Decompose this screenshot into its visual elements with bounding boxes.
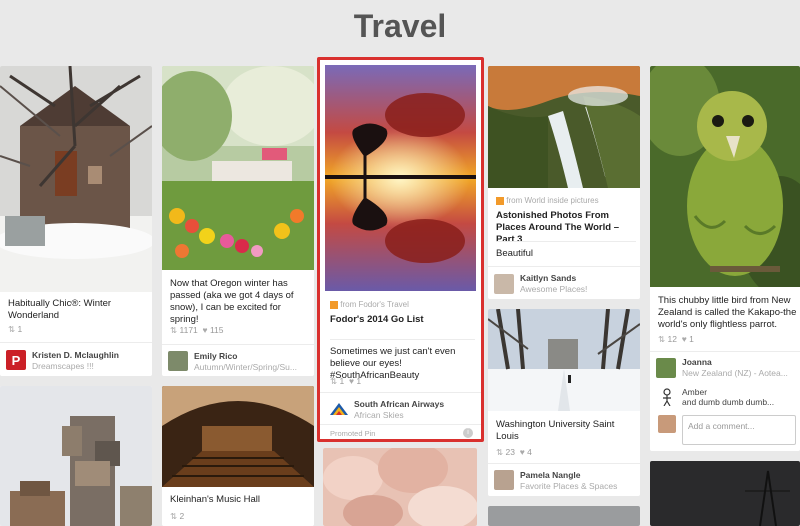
pin-card-shells[interactable] bbox=[323, 448, 477, 526]
repin-count: 23 bbox=[505, 447, 515, 457]
pin-attribution[interactable]: Emily Rico Autumn/Winter/Spring/Su... bbox=[162, 344, 314, 376]
board-name[interactable]: Autumn/Winter/Spring/Su... bbox=[194, 362, 297, 372]
pin-card-waterfalls[interactable]: from World inside pictures Astonished Ph… bbox=[488, 66, 640, 299]
like-count: 1 bbox=[689, 334, 694, 344]
pin-description: Now that Oregon winter has passed (aka w… bbox=[170, 278, 294, 325]
stick-figure-icon bbox=[662, 388, 672, 407]
pin-attribution[interactable]: Kaitlyn Sands Awesome Places! bbox=[488, 266, 640, 299]
comment-input[interactable]: Add a comment... bbox=[682, 415, 796, 445]
pin-image[interactable] bbox=[650, 66, 800, 296]
pin-image[interactable] bbox=[0, 386, 152, 526]
pin-stats: ⇅ 1 bbox=[8, 324, 22, 335]
source-row[interactable]: from Fodor's Travel bbox=[330, 300, 409, 309]
avatar[interactable] bbox=[494, 274, 514, 294]
promoted-pin-card[interactable]: from Fodor's Travel Fodor's 2014 Go List… bbox=[317, 57, 484, 442]
repin-icon: ⇅ bbox=[170, 325, 178, 335]
pin-card-spring[interactable]: Now that Oregon winter has passed (aka w… bbox=[162, 66, 314, 376]
pin-card-music-hall[interactable]: Kleinhan's Music Hall ⇅ 2 bbox=[162, 386, 314, 526]
repin-icon: ⇅ bbox=[330, 376, 338, 386]
pinner-name[interactable]: Emily Rico bbox=[194, 351, 237, 361]
repin-icon: ⇅ bbox=[8, 324, 16, 334]
pin-image[interactable] bbox=[162, 66, 314, 270]
heart-icon: ♥ bbox=[519, 447, 525, 457]
repin-count: 1 bbox=[339, 376, 345, 386]
avatar[interactable] bbox=[494, 470, 514, 490]
pinner-name[interactable]: Pamela Nangle bbox=[520, 470, 580, 480]
source-icon bbox=[496, 196, 504, 205]
pin-description: Washington University Saint Louis bbox=[496, 419, 615, 442]
repin-icon: ⇅ bbox=[496, 447, 504, 457]
pin-image[interactable] bbox=[650, 461, 800, 526]
pin-repin-attribution[interactable]: Amber and dumb dumb dumb... bbox=[650, 384, 800, 410]
pin-attribution[interactable]: South African Airways African Skies bbox=[320, 392, 481, 422]
like-count: 1 bbox=[356, 376, 362, 386]
pin-stats: ⇅ 1 ♥ 1 bbox=[330, 376, 361, 387]
pin-image[interactable] bbox=[0, 66, 152, 292]
info-icon[interactable]: i bbox=[463, 428, 473, 438]
pinterest-logo-icon: P bbox=[6, 350, 26, 370]
repin-count: 1 bbox=[17, 324, 23, 334]
board-name[interactable]: Favorite Places & Spaces bbox=[520, 481, 617, 491]
board-name[interactable]: Dreamscapes !!! bbox=[32, 361, 94, 371]
pin-card-kakapo[interactable]: This chubby little bird from New Zealand… bbox=[650, 66, 800, 451]
source-row[interactable]: from World inside pictures bbox=[496, 196, 599, 205]
avatar[interactable] bbox=[658, 415, 676, 433]
page-title: Travel bbox=[353, 8, 447, 44]
pin-attribution[interactable]: Pamela Nangle Favorite Places & Spaces bbox=[488, 463, 640, 496]
avatar[interactable] bbox=[656, 358, 676, 378]
pinner-name[interactable]: Joanna bbox=[682, 357, 712, 367]
pin-attribution[interactable]: Joanna New Zealand (NZ) - Aotea... bbox=[650, 351, 800, 383]
pin-description: Habitually Chic®: Winter Wonderland bbox=[8, 298, 112, 321]
pin-image[interactable] bbox=[488, 66, 640, 188]
heart-icon: ♥ bbox=[348, 376, 355, 386]
pin-image[interactable] bbox=[162, 386, 314, 487]
avatar[interactable] bbox=[168, 351, 188, 371]
pin-description: This chubby little bird from New Zealand… bbox=[658, 295, 797, 330]
pin-image[interactable] bbox=[488, 309, 640, 411]
promoted-label: Promoted Pin bbox=[330, 429, 376, 438]
pinner-name[interactable]: Kristen D. Mclaughlin bbox=[32, 350, 119, 360]
heart-icon: ♥ bbox=[681, 334, 687, 344]
pin-stats: ⇅ 12 ♥ 1 bbox=[658, 334, 694, 345]
board-name[interactable]: African Skies bbox=[354, 410, 404, 420]
pin-attribution[interactable]: P Kristen D. Mclaughlin Dreamscapes !!! bbox=[0, 342, 152, 376]
pinner-name[interactable]: South African Airways bbox=[354, 399, 444, 409]
pinner-name[interactable]: Amber bbox=[682, 387, 707, 397]
south-african-airways-logo-icon bbox=[330, 401, 348, 415]
repin-icon: ⇅ bbox=[658, 334, 666, 344]
source-icon bbox=[330, 300, 338, 309]
pin-image[interactable] bbox=[325, 65, 476, 291]
heart-icon: ♥ bbox=[202, 325, 208, 335]
like-count: 4 bbox=[527, 447, 532, 457]
pin-description: Beautiful bbox=[496, 241, 636, 260]
pin-image[interactable] bbox=[323, 448, 477, 526]
svg-text:P: P bbox=[12, 353, 21, 368]
promoted-row: Promoted Pin i bbox=[320, 424, 481, 439]
repin-count: 2 bbox=[179, 511, 185, 521]
board-name[interactable]: and dumb dumb dumb... bbox=[682, 397, 774, 407]
repin-count: 1171 bbox=[179, 325, 198, 335]
repin-count: 12 bbox=[667, 334, 677, 344]
source-text[interactable]: from World inside pictures bbox=[506, 196, 598, 205]
like-count: 115 bbox=[209, 325, 224, 335]
pin-card-dark[interactable] bbox=[650, 461, 800, 526]
pin-title[interactable]: Fodor's 2014 Go List bbox=[330, 314, 424, 325]
pin-card-partial[interactable] bbox=[488, 506, 640, 526]
pin-card-washington-university[interactable]: Washington University Saint Louis ⇅ 23 ♥… bbox=[488, 309, 640, 496]
repin-icon: ⇅ bbox=[170, 511, 178, 521]
pin-stats: ⇅ 23 ♥ 4 bbox=[496, 447, 532, 458]
pin-stats: ⇅ 1171 ♥ 115 bbox=[170, 325, 224, 336]
pin-card-stacked-houses[interactable] bbox=[0, 386, 152, 526]
source-text[interactable]: from Fodor's Travel bbox=[340, 300, 409, 309]
board-name[interactable]: Awesome Places! bbox=[520, 284, 587, 294]
pin-card-winter[interactable]: Habitually Chic®: Winter Wonderland ⇅ 1 … bbox=[0, 66, 152, 376]
pin-image[interactable] bbox=[488, 506, 640, 526]
board-name[interactable]: New Zealand (NZ) - Aotea... bbox=[682, 368, 788, 378]
pin-stats: ⇅ 2 bbox=[170, 511, 184, 522]
pinner-name[interactable]: Kaitlyn Sands bbox=[520, 273, 576, 283]
pin-description: Kleinhan's Music Hall bbox=[170, 494, 260, 505]
